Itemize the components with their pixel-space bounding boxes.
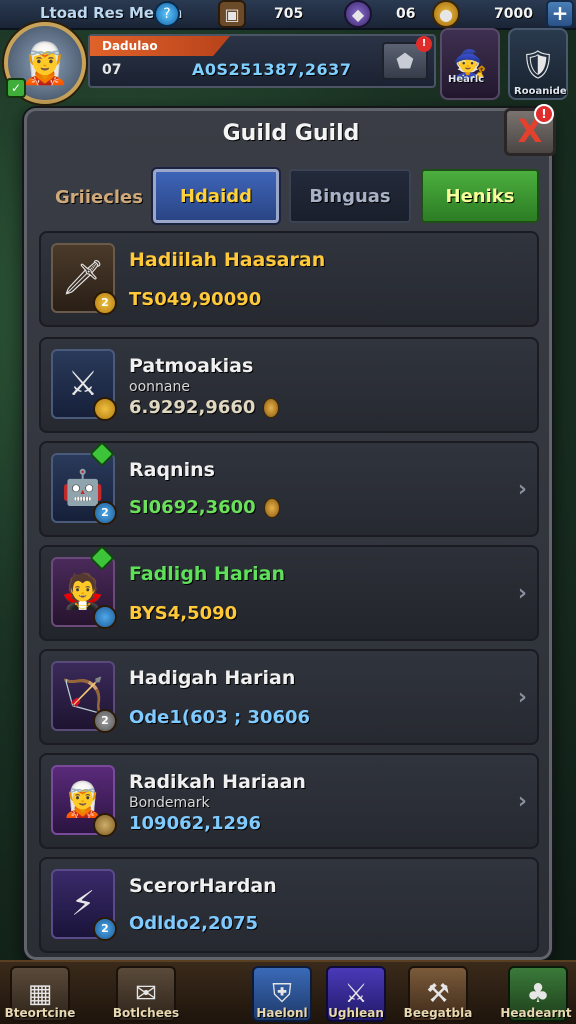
modal-title: Guild Guild	[222, 121, 360, 146]
crystal-resource[interactable]: ◆ 06	[344, 0, 415, 28]
rank-badge	[93, 605, 117, 629]
gem-icon[interactable]: ?	[154, 1, 180, 27]
gold-resource[interactable]: ● 7000	[432, 0, 533, 28]
star-badge-icon	[93, 813, 117, 837]
player-info-panel: Dadulao 07 A0S251387,2637 ⬟ !	[88, 34, 436, 88]
crystal-count: 06	[396, 6, 416, 22]
member-value: 6.9292,9660	[129, 397, 280, 418]
member-value: Odldo2,2075	[129, 913, 259, 934]
shop-icon: ⚒	[426, 979, 450, 1009]
list-item[interactable]: ⚔ Patmoakias oonnane 6.9292,9660	[39, 337, 539, 433]
bottom-nav: ▦ Bteortcine ✉ Botlchees ⛨ Haelonl ⚔ Ugh…	[0, 960, 576, 1024]
side-hero-label: Hearlc	[448, 74, 485, 85]
list-item[interactable]: 🏹 2 Hadigah Harian Ode1(603 ; 30606 ›	[39, 649, 539, 745]
check-icon: ✓	[6, 78, 26, 98]
hero-icon: ⛨	[272, 978, 292, 1009]
tab-caption: Griiecles	[55, 187, 143, 208]
member-name: Hadiilah Haasaran	[129, 249, 326, 271]
rank-badge: 2	[93, 501, 117, 525]
tab-heniks[interactable]: Heniks	[421, 169, 539, 223]
list-item[interactable]: 🧛 Fadligh Harian BYS4,5090 ›	[39, 545, 539, 641]
member-name: Hadigah Harian	[129, 667, 296, 689]
hero-portrait-icon: 🧝	[20, 40, 70, 87]
chest-icon: ▣	[218, 0, 246, 28]
player-level: 07	[102, 62, 122, 78]
mail-icon: ✉	[135, 979, 157, 1009]
chevron-right-icon[interactable]: ›	[518, 685, 527, 710]
member-value: BYS4,5090	[129, 603, 238, 624]
side-quest-label: Rooanide	[514, 86, 567, 97]
list-item[interactable]: 🤖 2 Raqnins SI0692,3600 ›	[39, 441, 539, 537]
chevron-right-icon[interactable]: ›	[518, 789, 527, 814]
member-name: Raqnins	[129, 459, 215, 481]
member-value: Ode1(603 ; 30606	[129, 707, 311, 728]
gold-coin-icon: ●	[432, 0, 460, 28]
chest-count: 705	[274, 6, 304, 22]
member-subtitle: oonnane	[129, 379, 190, 395]
tab-hdaidd[interactable]: Hdaidd	[153, 169, 279, 223]
coin-icon	[263, 498, 280, 518]
nav-label: Botlchees	[112, 1006, 180, 1020]
nav-label: Headearnt	[500, 1006, 572, 1020]
coin-icon	[263, 398, 280, 418]
shield-icon: ⬟	[396, 49, 414, 73]
knight-icon: 🛡	[520, 47, 556, 81]
player-tag: Dadulao	[90, 36, 230, 56]
chest-resource[interactable]: ▣ 705	[218, 0, 303, 28]
member-name: Fadligh Harian	[129, 563, 286, 585]
guild-modal: Guild Guild Griiecles Hdaidd Binguas Hen…	[24, 108, 552, 960]
gold-count: 7000	[494, 6, 533, 22]
tab-binguas[interactable]: Binguas	[289, 169, 411, 223]
side-hero-portrait[interactable]: 🧙	[440, 28, 500, 100]
add-currency-button[interactable]: +	[546, 0, 574, 28]
member-name: ScerorHardan	[129, 875, 277, 897]
crossed-swords-icon: ⚔	[344, 979, 368, 1009]
nav-label: Bteortcine	[4, 1006, 76, 1020]
chevron-right-icon[interactable]: ›	[518, 477, 527, 502]
player-power: A0S251387,2637	[192, 60, 352, 79]
crystal-icon: ◆	[344, 0, 372, 28]
rank-badge: 2	[93, 291, 117, 315]
member-subtitle: Bondemark	[129, 795, 210, 811]
nav-label: Ughlean	[328, 1006, 384, 1020]
list-item[interactable]: 🗡 2 Hadiilah Haasaran TS049,90090	[39, 231, 539, 327]
list-item[interactable]: 🧝 Radikah Hariaan Bondemark 109062,1296 …	[39, 753, 539, 849]
chevron-right-icon[interactable]: ›	[518, 581, 527, 606]
member-value: TS049,90090	[129, 289, 262, 310]
tree-icon: ♣	[526, 979, 550, 1009]
top-bar: Ltoad Res Meron ? ▣ 705 ◆ 06 ● 7000 +	[0, 0, 576, 30]
list-item[interactable]: ⚡ 2 ScerorHardan Odldo2,2075	[39, 857, 539, 953]
notification-dot-icon: !	[416, 36, 432, 52]
box-icon: ▦	[27, 979, 53, 1009]
nav-label: Haelonl	[256, 1006, 308, 1020]
member-name: Patmoakias	[129, 355, 254, 377]
member-value: 109062,1296	[129, 813, 262, 834]
member-value: SI0692,3600	[129, 497, 280, 518]
notification-dot-icon: !	[534, 104, 554, 124]
rank-badge: 2	[93, 917, 117, 941]
rank-badge	[93, 397, 117, 421]
nav-label: Beegatbla	[403, 1006, 473, 1020]
rank-badge: 2	[93, 709, 117, 733]
member-name: Radikah Hariaan	[129, 771, 306, 793]
